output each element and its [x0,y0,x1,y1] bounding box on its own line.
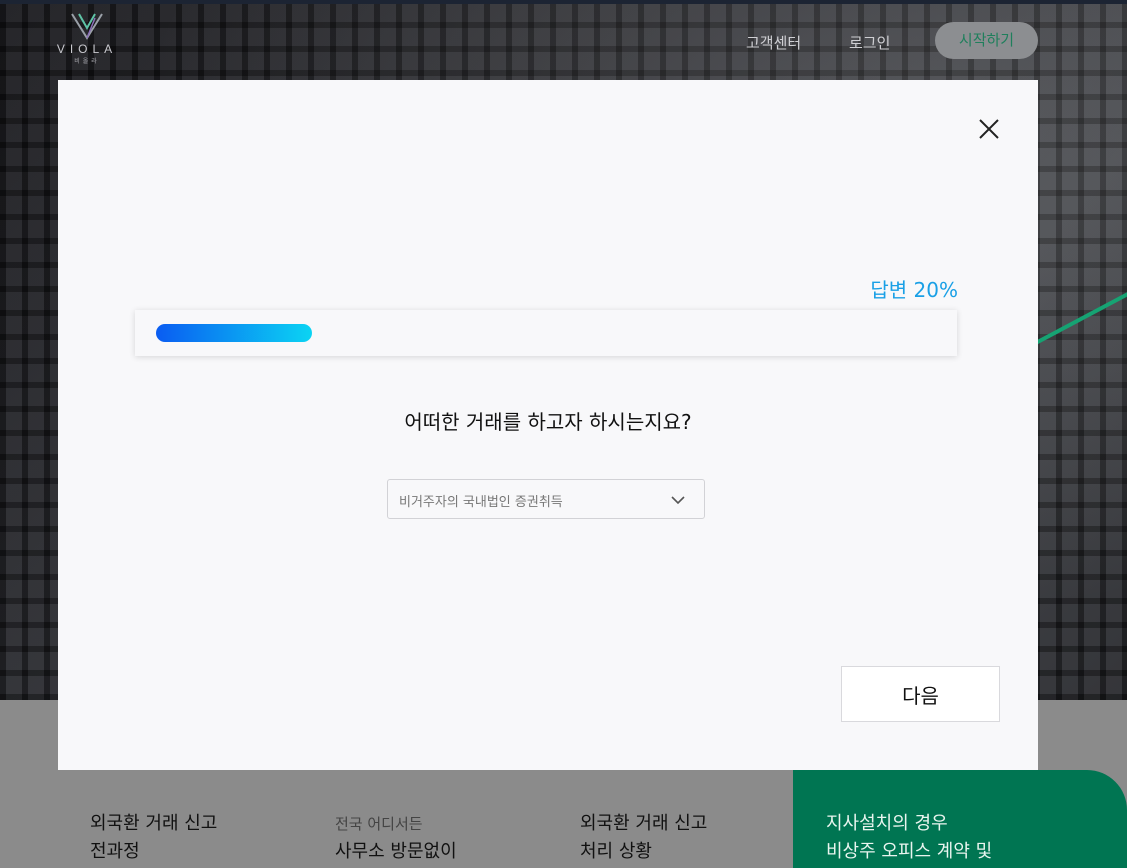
transaction-type-select[interactable]: 비거주자의 국내법인 증권취득 [387,479,705,519]
survey-modal: 답변 20% 어떠한 거래를 하고자 하시는지요? 비거주자의 국내법인 증권취… [58,80,1038,770]
chevron-down-icon [671,496,685,505]
progress-label: 답변 20% [870,278,958,302]
feature-item: 전국 어디서든 사무소 방문없이 [335,815,457,862]
close-button[interactable] [976,116,1002,142]
site-logo[interactable]: VIOLA 비올라 [56,12,118,70]
viola-logo-icon [71,13,103,40]
close-icon [979,119,999,139]
feature-item: 지사설치의 경우 비상주 오피스 계약 및 [826,813,993,862]
nav-login[interactable]: 로그인 [849,32,890,53]
nav-customer-center[interactable]: 고객센터 [746,32,801,53]
select-value: 비거주자의 국내법인 증권취득 [399,495,563,510]
logo-subtitle: 비올라 [74,58,100,65]
progress-track [135,310,957,356]
question-text: 어떠한 거래를 하고자 하시는지요? [404,410,692,434]
next-button[interactable]: 다음 [841,666,1000,722]
feature-item: 외국환 거래 신고 처리 상황 [580,813,708,862]
progress-fill [156,324,312,342]
top-border [0,0,1127,4]
logo-wordmark: VIOLA [56,42,118,56]
feature-item: 외국환 거래 신고 전과정 [90,813,218,862]
start-button[interactable]: 시작하기 [935,22,1038,59]
